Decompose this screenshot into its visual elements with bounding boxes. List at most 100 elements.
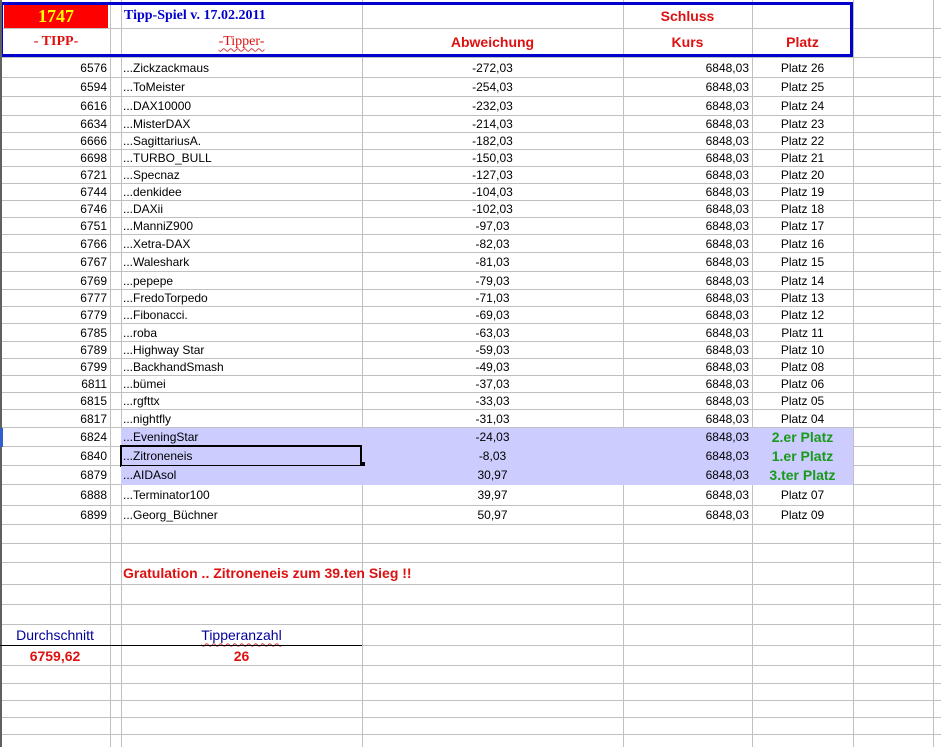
abweichung-cell[interactable]: -71,03 — [362, 290, 623, 306]
tipp-cell[interactable]: 6698 — [0, 150, 110, 166]
platz-cell[interactable]: Platz 23 — [752, 116, 853, 132]
tipp-cell[interactable]: 6789 — [0, 342, 110, 358]
abweichung-cell[interactable]: 50,97 — [362, 506, 623, 524]
abweichung-cell[interactable]: -272,03 — [362, 58, 623, 77]
tipper-cell[interactable]: ...Waleshark — [121, 253, 362, 271]
tipper-cell[interactable]: ...Fibonacci. — [121, 307, 362, 323]
abweichung-cell[interactable]: -182,03 — [362, 133, 623, 149]
kurs-cell[interactable]: 6848,03 — [623, 235, 752, 252]
platz-cell[interactable]: Platz 13 — [752, 290, 853, 306]
platz-cell[interactable]: Platz 16 — [752, 235, 853, 252]
abweichung-cell[interactable]: -33,03 — [362, 393, 623, 409]
platz-cell[interactable]: Platz 09 — [752, 506, 853, 524]
tipper-cell[interactable]: ...TURBO_BULL — [121, 150, 362, 166]
tipper-cell[interactable]: ...DAX10000 — [121, 97, 362, 115]
kurs-cell[interactable]: 6848,03 — [623, 167, 752, 183]
tipper-cell[interactable]: ...bümei — [121, 376, 362, 392]
tipper-cell[interactable]: ...roba — [121, 324, 362, 341]
tipp-cell[interactable]: 6766 — [0, 235, 110, 252]
tipp-cell[interactable]: 6824 — [0, 428, 110, 446]
kurs-cell[interactable]: 6848,03 — [623, 324, 752, 341]
tipp-cell[interactable]: 6767 — [0, 253, 110, 271]
kurs-cell[interactable]: 6848,03 — [623, 272, 752, 289]
platz-cell[interactable]: Platz 24 — [752, 97, 853, 115]
platz-cell[interactable]: Platz 15 — [752, 253, 853, 271]
tipper-cell[interactable]: ...SagittariusA. — [121, 133, 362, 149]
abweichung-cell[interactable]: -63,03 — [362, 324, 623, 341]
platz-cell[interactable]: Platz 04 — [752, 410, 853, 427]
tipp-cell[interactable]: 6840 — [0, 447, 110, 465]
tipper-cell[interactable]: ...BackhandSmash — [121, 359, 362, 375]
abweichung-cell[interactable]: -81,03 — [362, 253, 623, 271]
kurs-cell[interactable]: 6848,03 — [623, 447, 752, 465]
tipp-cell[interactable]: 6576 — [0, 58, 110, 77]
kurs-cell[interactable]: 6848,03 — [623, 218, 752, 234]
abweichung-cell[interactable]: -37,03 — [362, 376, 623, 392]
kurs-cell[interactable]: 6848,03 — [623, 184, 752, 200]
abweichung-cell[interactable]: -150,03 — [362, 150, 623, 166]
platz-cell[interactable]: Platz 19 — [752, 184, 853, 200]
tipp-cell[interactable]: 6616 — [0, 97, 110, 115]
platz-cell[interactable]: Platz 12 — [752, 307, 853, 323]
abweichung-cell[interactable]: -59,03 — [362, 342, 623, 358]
kurs-cell[interactable]: 6848,03 — [623, 116, 752, 132]
abweichung-cell[interactable]: -49,03 — [362, 359, 623, 375]
kurs-cell[interactable]: 6848,03 — [623, 253, 752, 271]
kurs-cell[interactable]: 6848,03 — [623, 58, 752, 77]
tipper-cell[interactable]: ...Terminator100 — [121, 485, 362, 505]
platz-cell[interactable]: Platz 22 — [752, 133, 853, 149]
abweichung-cell[interactable]: -79,03 — [362, 272, 623, 289]
abweichung-cell[interactable]: -127,03 — [362, 167, 623, 183]
tipp-cell[interactable]: 6899 — [0, 506, 110, 524]
tipper-cell[interactable]: ...Specnaz — [121, 167, 362, 183]
platz-cell[interactable]: 2.er Platz — [752, 428, 853, 446]
kurs-cell[interactable]: 6848,03 — [623, 485, 752, 505]
platz-cell[interactable]: 3.ter Platz — [752, 466, 853, 484]
platz-cell[interactable]: Platz 17 — [752, 218, 853, 234]
abweichung-cell[interactable]: -82,03 — [362, 235, 623, 252]
tipp-cell[interactable]: 6817 — [0, 410, 110, 427]
tipp-cell[interactable]: 6634 — [0, 116, 110, 132]
kurs-cell[interactable]: 6848,03 — [623, 359, 752, 375]
abweichung-cell[interactable]: -24,03 — [362, 428, 623, 446]
abweichung-cell[interactable]: -104,03 — [362, 184, 623, 200]
platz-cell[interactable]: Platz 05 — [752, 393, 853, 409]
kurs-cell[interactable]: 6848,03 — [623, 376, 752, 392]
tipper-cell[interactable]: ...DAXii — [121, 201, 362, 217]
abweichung-cell[interactable]: -69,03 — [362, 307, 623, 323]
tipp-cell[interactable]: 6721 — [0, 167, 110, 183]
kurs-cell[interactable]: 6848,03 — [623, 133, 752, 149]
platz-cell[interactable]: Platz 18 — [752, 201, 853, 217]
abweichung-cell[interactable]: -254,03 — [362, 78, 623, 96]
tipper-cell[interactable]: ...pepepe — [121, 272, 362, 289]
tipper-cell[interactable]: ...Highway Star — [121, 342, 362, 358]
tipper-cell[interactable]: ...rgfttx — [121, 393, 362, 409]
kurs-cell[interactable]: 6848,03 — [623, 428, 752, 446]
abweichung-cell[interactable]: -232,03 — [362, 97, 623, 115]
tipp-cell[interactable]: 6777 — [0, 290, 110, 306]
kurs-cell[interactable]: 6848,03 — [623, 290, 752, 306]
tipp-cell[interactable]: 6594 — [0, 78, 110, 96]
tipper-cell[interactable]: ...Xetra-DAX — [121, 235, 362, 252]
kurs-cell[interactable]: 6848,03 — [623, 150, 752, 166]
tipper-cell[interactable]: ...Zickzackmaus — [121, 58, 362, 77]
platz-cell[interactable]: Platz 06 — [752, 376, 853, 392]
kurs-cell[interactable]: 6848,03 — [623, 410, 752, 427]
kurs-cell[interactable]: 6848,03 — [623, 307, 752, 323]
platz-cell[interactable]: Platz 20 — [752, 167, 853, 183]
tipper-cell[interactable]: ...nightfly — [121, 410, 362, 427]
abweichung-cell[interactable]: -97,03 — [362, 218, 623, 234]
platz-cell[interactable]: Platz 26 — [752, 58, 853, 77]
platz-cell[interactable]: Platz 14 — [752, 272, 853, 289]
abweichung-cell[interactable]: 30,97 — [362, 466, 623, 484]
kurs-cell[interactable]: 6848,03 — [623, 78, 752, 96]
tipper-cell[interactable]: ...ManniZ900 — [121, 218, 362, 234]
platz-cell[interactable]: Platz 08 — [752, 359, 853, 375]
kurs-cell[interactable]: 6848,03 — [623, 466, 752, 484]
tipper-cell[interactable]: ...Georg_Büchner — [121, 506, 362, 524]
tipp-cell[interactable]: 6746 — [0, 201, 110, 217]
platz-cell[interactable]: Platz 25 — [752, 78, 853, 96]
tipper-cell[interactable]: ...ToMeister — [121, 78, 362, 96]
kurs-cell[interactable]: 6848,03 — [623, 393, 752, 409]
kurs-cell[interactable]: 6848,03 — [623, 342, 752, 358]
